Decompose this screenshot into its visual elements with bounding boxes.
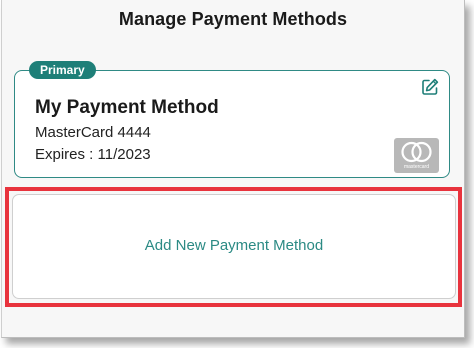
add-payment-method-label: Add New Payment Method [144, 237, 324, 254]
page-title: Manage Payment Methods [118, 9, 348, 29]
page: Manage Payment Methods Primary My Paymen… [0, 0, 474, 348]
add-payment-method-button[interactable]: Add New Payment Method [12, 194, 456, 299]
primary-badge: Primary [29, 61, 96, 79]
mastercard-logo: mastercard [394, 138, 439, 173]
payment-method-name: My Payment Method [35, 97, 219, 118]
mastercard-logo-text: mastercard [403, 164, 429, 170]
card-expiry: Expires : 11/2023 [35, 146, 151, 163]
edit-pencil-icon [422, 78, 439, 95]
app-screen: Manage Payment Methods Primary My Paymen… [1, 0, 465, 338]
primary-payment-card: Primary My Payment Method MasterCard 444… [14, 61, 450, 178]
card-number: MasterCard 4444 [35, 124, 151, 141]
edit-icon[interactable] [420, 77, 440, 97]
